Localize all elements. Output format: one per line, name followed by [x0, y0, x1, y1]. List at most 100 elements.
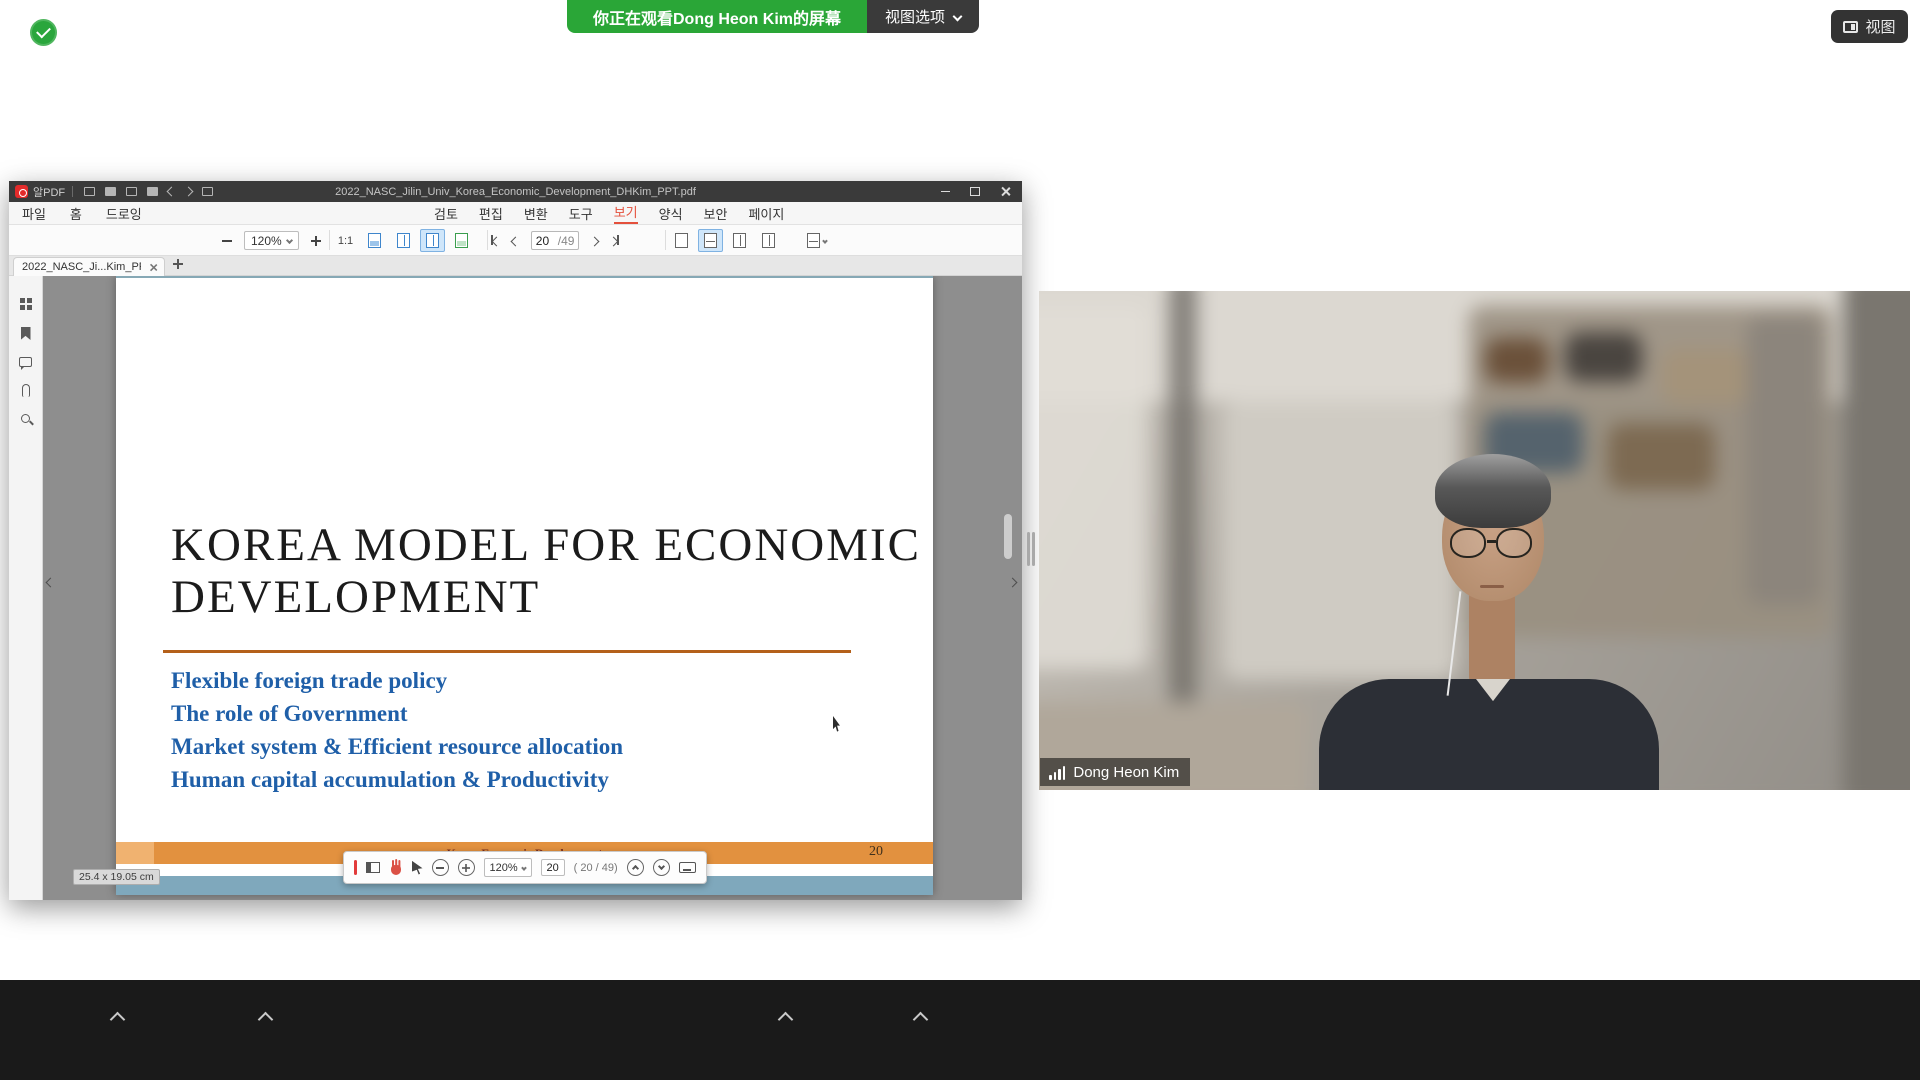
- view-options-button[interactable]: 视图选项: [867, 0, 979, 33]
- toolbar-drag-handle[interactable]: [354, 860, 357, 875]
- fit-visible-icon: [426, 233, 439, 248]
- audio-level-icon: [1049, 764, 1065, 780]
- search-panel-icon[interactable]: [21, 414, 30, 423]
- page-number-box[interactable]: /49: [531, 231, 580, 250]
- zoom-value: 120%: [251, 234, 282, 248]
- pdf-app-logo-icon: [15, 185, 28, 198]
- security-shield-icon[interactable]: [30, 19, 57, 46]
- last-page-button[interactable]: [610, 232, 619, 250]
- side-panel-toggle-icon[interactable]: [366, 862, 380, 873]
- two-page-continuous-icon: [762, 233, 775, 248]
- two-page-icon: [733, 233, 746, 248]
- view-button-label: 视图: [1865, 16, 1895, 37]
- menu-edit[interactable]: 편집: [479, 204, 503, 223]
- page-total-label: /49: [558, 234, 575, 248]
- actual-size-button[interactable]: 1:1: [333, 229, 358, 252]
- maximize-button[interactable]: [962, 183, 988, 200]
- chat-options-caret[interactable]: [913, 1012, 929, 1028]
- fit-width-button[interactable]: [362, 229, 387, 252]
- divider: [72, 186, 73, 197]
- select-tool-icon[interactable]: [412, 861, 423, 875]
- menu-page[interactable]: 페이지: [748, 204, 784, 223]
- minus-icon: [222, 240, 232, 242]
- view-button[interactable]: 视图: [1831, 10, 1908, 43]
- menu-forms[interactable]: 양식: [659, 204, 683, 223]
- document-tab[interactable]: 2022_NASC_Ji...Kim_PPT.pdf: [13, 257, 165, 276]
- full-screen-button[interactable]: [449, 229, 474, 252]
- chevron-down-icon: [953, 12, 963, 22]
- slide-page: KOREA MODEL FOR ECONOMIC DEVELOPMENT Fle…: [116, 276, 933, 895]
- previous-page-button[interactable]: [627, 859, 644, 876]
- vertical-scrollbar-thumb[interactable]: [1004, 514, 1012, 559]
- zoom-in-button[interactable]: [304, 229, 329, 252]
- redo-icon[interactable]: [184, 187, 194, 197]
- layout-divider-handle[interactable]: [1027, 532, 1035, 566]
- thumbnails-panel-icon[interactable]: [20, 298, 32, 310]
- expand-right-panel-icon[interactable]: [1008, 578, 1018, 588]
- send-icon[interactable]: [147, 187, 158, 196]
- pdf-window: 알PDF 2022_NASC_Jilin_Univ_Korea_Economic…: [9, 181, 1022, 900]
- two-page-continuous-button[interactable]: [756, 229, 781, 252]
- close-button[interactable]: [992, 183, 1018, 200]
- zoom-in-button[interactable]: [458, 859, 475, 876]
- previous-page-button[interactable]: [512, 232, 519, 250]
- comments-panel-icon[interactable]: [19, 357, 32, 367]
- slide-top-border: [116, 276, 933, 278]
- customize-toolbar-icon[interactable]: [202, 187, 213, 196]
- menu-view-active[interactable]: 보기: [614, 202, 638, 224]
- single-page-view-button[interactable]: [669, 229, 694, 252]
- slide-title-line2: DEVELOPMENT: [171, 571, 921, 623]
- next-page-button[interactable]: [653, 859, 670, 876]
- zoom-level-dropdown[interactable]: 120%: [484, 858, 532, 877]
- hand-tool-icon[interactable]: [389, 860, 403, 876]
- participants-options-caret[interactable]: [778, 1012, 794, 1028]
- zoom-out-button[interactable]: [432, 859, 449, 876]
- fit-page-icon: [397, 233, 410, 248]
- page-number-input[interactable]: [541, 859, 565, 876]
- glasses-left-lens: [1450, 528, 1486, 558]
- page-display-options-dropdown[interactable]: [804, 229, 829, 252]
- minimize-button[interactable]: [932, 183, 958, 200]
- menu-file[interactable]: 파일: [22, 204, 46, 223]
- menu-home[interactable]: 홈: [70, 204, 82, 223]
- slide-title-line1: KOREA MODEL FOR ECONOMIC: [171, 519, 921, 571]
- minus-icon: [436, 867, 444, 869]
- first-page-button[interactable]: [491, 232, 500, 250]
- print-icon[interactable]: [126, 187, 137, 196]
- zoom-out-button[interactable]: [214, 229, 239, 252]
- page-count-label: ( 20 / 49): [574, 862, 618, 874]
- menu-review[interactable]: 검토: [434, 204, 458, 223]
- collapse-left-panel-icon[interactable]: [46, 578, 56, 588]
- undo-icon[interactable]: [167, 187, 177, 197]
- zoom-level-dropdown[interactable]: 120%: [244, 231, 299, 250]
- page-number-input[interactable]: [536, 234, 556, 248]
- menu-convert[interactable]: 변환: [524, 204, 548, 223]
- attachments-panel-icon[interactable]: [22, 384, 30, 397]
- menu-security[interactable]: 보안: [704, 204, 728, 223]
- next-page-button[interactable]: [591, 232, 598, 250]
- menu-tools[interactable]: 도구: [569, 204, 593, 223]
- participant-video-tile[interactable]: Dong Heon Kim: [1039, 291, 1910, 790]
- open-file-icon[interactable]: [84, 187, 95, 196]
- presentation-mode-icon[interactable]: [679, 862, 696, 873]
- pdf-content-area: KOREA MODEL FOR ECONOMIC DEVELOPMENT Fle…: [9, 276, 1022, 900]
- glasses-bridge: [1487, 540, 1496, 543]
- continuous-view-button-active[interactable]: [698, 229, 723, 252]
- menu-drawing[interactable]: 드로잉: [106, 204, 142, 223]
- close-tab-icon[interactable]: [150, 263, 156, 270]
- zoom-value: 120%: [490, 862, 518, 874]
- audio-options-caret[interactable]: [110, 1012, 126, 1028]
- fit-page-button[interactable]: [391, 229, 416, 252]
- save-icon[interactable]: [105, 187, 116, 196]
- chevron-down-icon: [286, 237, 293, 244]
- new-tab-button[interactable]: [173, 259, 183, 269]
- pdf-titlebar: 알PDF 2022_NASC_Jilin_Univ_Korea_Economic…: [9, 181, 1022, 202]
- bookmarks-panel-icon[interactable]: [21, 327, 31, 340]
- pdf-app-name: 알PDF: [33, 184, 65, 200]
- fit-visible-button-active[interactable]: [420, 229, 445, 252]
- video-options-caret[interactable]: [258, 1012, 274, 1028]
- single-page-icon: [675, 233, 688, 248]
- two-page-view-button[interactable]: [727, 229, 752, 252]
- slide-bullet-list: Flexible foreign trade policy The role o…: [171, 664, 623, 796]
- chevron-down-icon: [521, 865, 527, 871]
